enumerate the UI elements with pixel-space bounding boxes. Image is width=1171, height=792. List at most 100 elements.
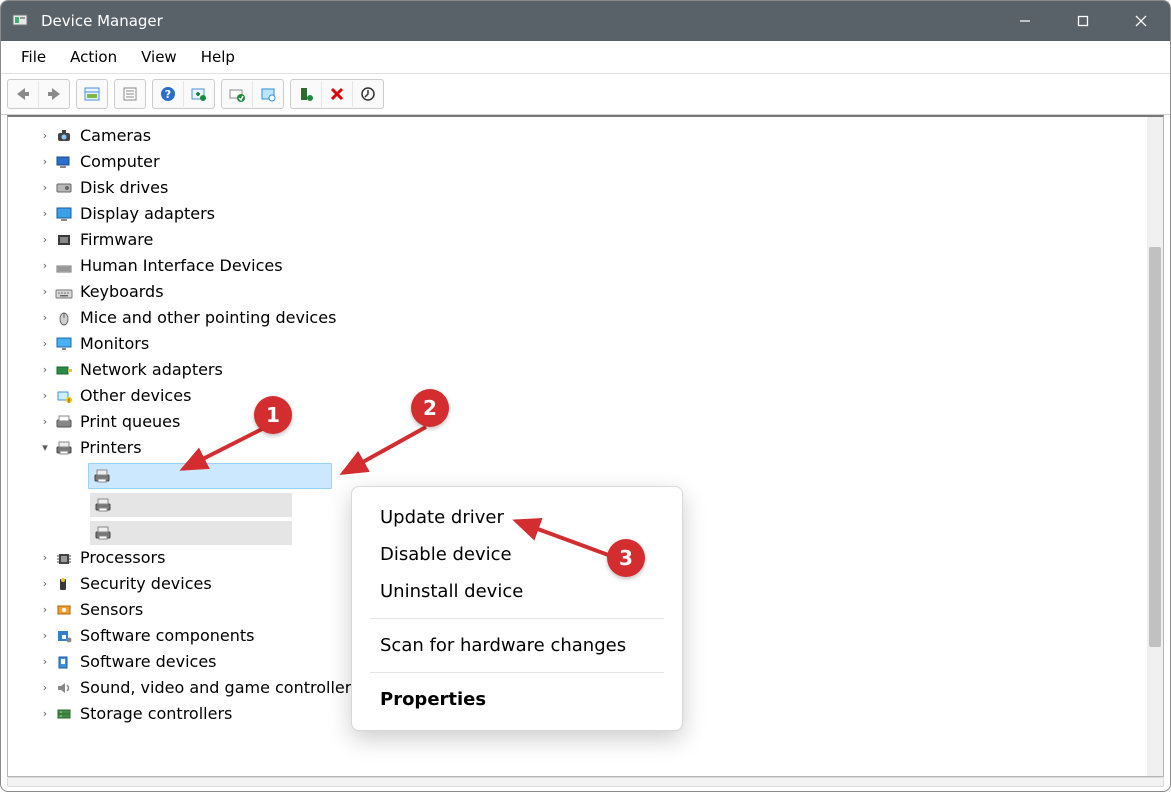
maximize-button[interactable] — [1054, 1, 1112, 41]
annotation-callout-3: 3 — [607, 539, 645, 577]
toolbar-properties[interactable] — [115, 81, 145, 107]
printer-device-item[interactable] — [90, 521, 292, 545]
expand-chevron-icon[interactable]: › — [38, 175, 52, 201]
expand-chevron-icon[interactable]: › — [38, 357, 52, 383]
expand-chevron-icon[interactable]: › — [38, 409, 52, 435]
printer-icon — [92, 525, 114, 541]
tree-node-display[interactable]: ›Display adapters — [38, 201, 1163, 227]
context-menu: Update driver Disable device Uninstall d… — [351, 486, 683, 731]
window-frame: Device Manager File Action View Help ? — [0, 0, 1171, 792]
printer-device-item[interactable] — [88, 463, 332, 489]
tree-node-label: Storage controllers — [80, 701, 232, 727]
expand-chevron-icon[interactable]: › — [38, 649, 52, 675]
tree-node-label: Network adapters — [80, 357, 223, 383]
vertical-scrollbar[interactable] — [1147, 117, 1163, 776]
tree-node-label: Sensors — [80, 597, 143, 623]
toolbar-enable-device[interactable] — [291, 81, 322, 107]
close-button[interactable] — [1112, 1, 1170, 41]
expand-chevron-icon[interactable]: › — [38, 279, 52, 305]
tree-node-hid[interactable]: ›Human Interface Devices — [38, 253, 1163, 279]
expand-chevron-icon[interactable]: › — [38, 149, 52, 175]
storage-icon — [54, 705, 74, 723]
monitor-icon — [54, 335, 74, 353]
tree-node-camera[interactable]: › Cameras — [38, 123, 1163, 149]
ctx-uninstall-device[interactable]: Uninstall device — [352, 573, 682, 610]
tree-node-keyboard[interactable]: › Keyboards — [38, 279, 1163, 305]
toolbar-show-all[interactable] — [77, 81, 107, 107]
printer-icon — [54, 439, 74, 457]
tree-node-label: Firmware — [80, 227, 153, 253]
keyboard-icon — [54, 283, 74, 301]
tree-node-computer[interactable]: › Computer — [38, 149, 1163, 175]
tree-node-label: Disk drives — [80, 175, 168, 201]
window-title: Device Manager — [41, 12, 163, 30]
tree-node-label: Computer — [80, 149, 160, 175]
expand-chevron-icon[interactable]: › — [38, 253, 52, 279]
ctx-update-driver[interactable]: Update driver — [352, 499, 682, 536]
expand-chevron-icon[interactable]: › — [38, 675, 52, 701]
tree-node-label: Software devices — [80, 649, 217, 675]
tree-node-label: Sound, video and game controllers — [80, 675, 360, 701]
toolbar-show-hidden[interactable] — [353, 81, 383, 107]
tree-node-label: Cameras — [80, 123, 151, 149]
tree-node-monitor[interactable]: › Monitors — [38, 331, 1163, 357]
status-bar — [7, 777, 1164, 787]
swcomp-icon — [54, 627, 74, 645]
expand-chevron-icon[interactable]: › — [38, 331, 52, 357]
ctx-scan-hardware[interactable]: Scan for hardware changes — [352, 627, 682, 664]
menu-action[interactable]: Action — [58, 44, 129, 70]
menu-view[interactable]: View — [129, 44, 189, 70]
toolbar-scan-hardware[interactable] — [184, 81, 214, 107]
tree-node-label: Keyboards — [80, 279, 164, 305]
tree-node-printqueue[interactable]: › Print queues — [38, 409, 1163, 435]
toolbar-back[interactable] — [8, 81, 39, 107]
sensor-icon — [54, 601, 74, 619]
expand-chevron-icon[interactable]: › — [38, 305, 52, 331]
toolbar-update-driver[interactable] — [222, 81, 253, 107]
ctx-separator — [370, 672, 664, 673]
tree-node-label: Monitors — [80, 331, 149, 357]
toolbar-disable-device[interactable] — [253, 81, 283, 107]
camera-icon — [54, 127, 74, 145]
minimize-button[interactable] — [996, 1, 1054, 41]
security-icon — [54, 575, 74, 593]
svg-text:!: ! — [68, 398, 70, 404]
display-icon — [54, 205, 74, 223]
menu-file[interactable]: File — [9, 44, 58, 70]
expand-chevron-icon[interactable]: ▾ — [38, 435, 52, 461]
tree-node-other[interactable]: ›! Other devices — [38, 383, 1163, 409]
menu-help[interactable]: Help — [189, 44, 247, 70]
expand-chevron-icon[interactable]: › — [38, 383, 52, 409]
ctx-separator — [370, 618, 664, 619]
toolbar-help[interactable]: ? — [153, 81, 184, 107]
tree-node-label: Mice and other pointing devices — [80, 305, 336, 331]
hid-icon — [54, 257, 74, 275]
printqueue-icon — [54, 413, 74, 431]
ctx-properties[interactable]: Properties — [352, 681, 682, 718]
menubar: File Action View Help — [1, 41, 1170, 74]
expand-chevron-icon[interactable]: › — [38, 571, 52, 597]
tree-node-printer[interactable]: ▾Printers — [38, 435, 1163, 461]
expand-chevron-icon[interactable]: › — [38, 123, 52, 149]
tree-node-label: Software components — [80, 623, 254, 649]
tree-node-label: Print queues — [80, 409, 180, 435]
tree-node-firmware[interactable]: › Firmware — [38, 227, 1163, 253]
printer-device-item[interactable] — [90, 493, 292, 517]
expand-chevron-icon[interactable]: › — [38, 201, 52, 227]
expand-chevron-icon[interactable]: › — [38, 701, 52, 727]
tree-node-network[interactable]: › Network adapters — [38, 357, 1163, 383]
firmware-icon — [54, 231, 74, 249]
titlebar[interactable]: Device Manager — [1, 1, 1170, 41]
tree-node-mouse[interactable]: › Mice and other pointing devices — [38, 305, 1163, 331]
toolbar-forward[interactable] — [39, 81, 69, 107]
tree-node-label: Other devices — [80, 383, 191, 409]
cpu-icon — [54, 549, 74, 567]
toolbar-uninstall-device[interactable] — [322, 81, 353, 107]
expand-chevron-icon[interactable]: › — [38, 545, 52, 571]
scrollbar-thumb[interactable] — [1149, 247, 1161, 647]
expand-chevron-icon[interactable]: › — [38, 623, 52, 649]
expand-chevron-icon[interactable]: › — [38, 227, 52, 253]
expand-chevron-icon[interactable]: › — [38, 597, 52, 623]
network-icon — [54, 361, 74, 379]
tree-node-disk[interactable]: › Disk drives — [38, 175, 1163, 201]
